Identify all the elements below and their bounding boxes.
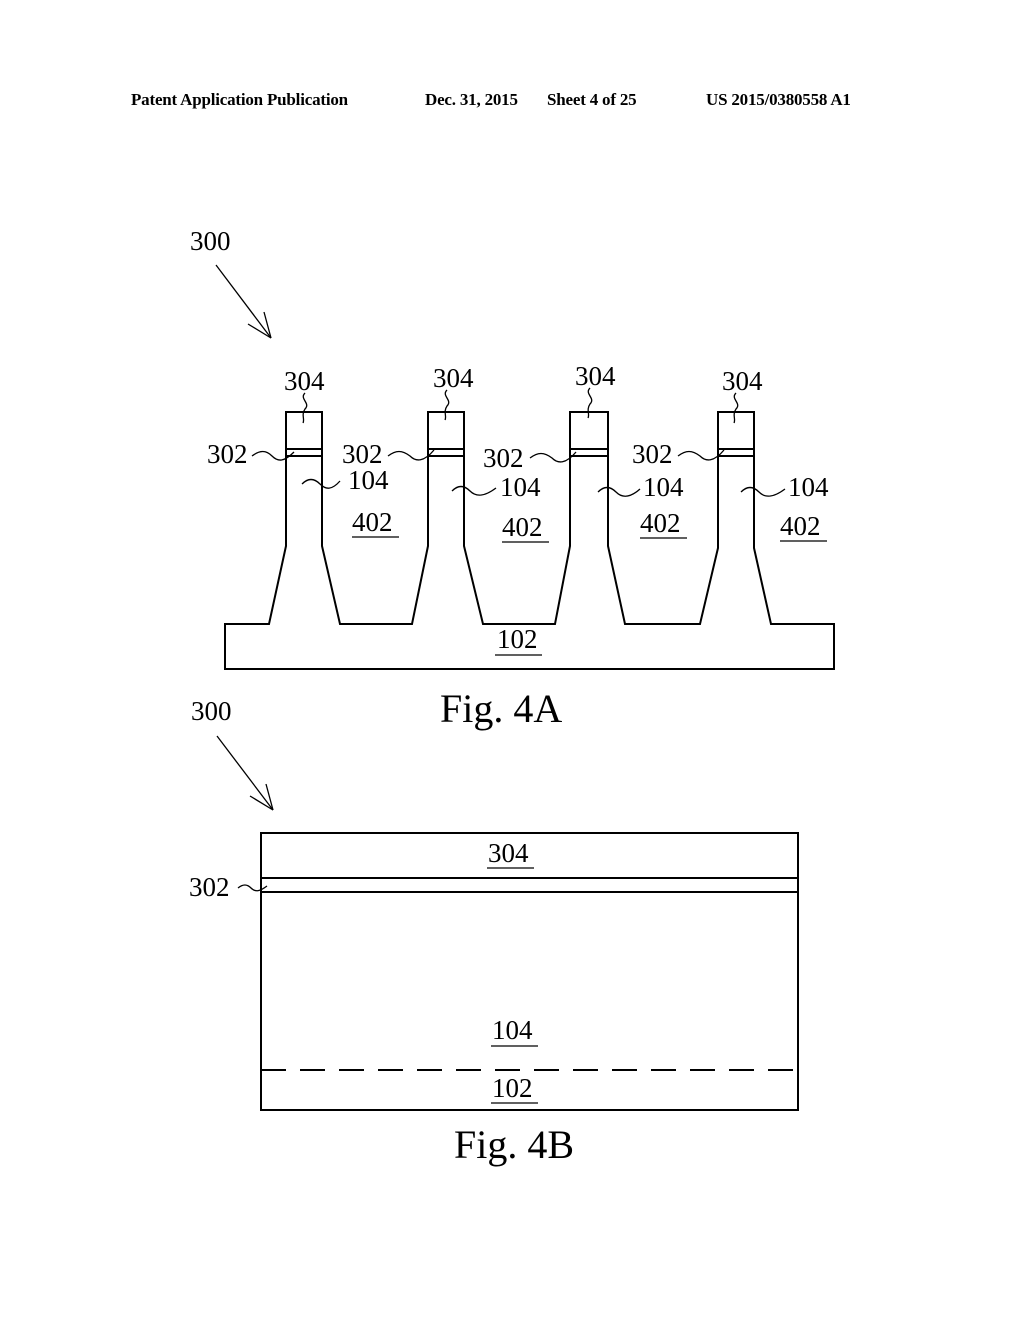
isolation-ref-label: 402	[780, 511, 821, 541]
device-arrow	[215, 264, 272, 339]
fin-ref-label: 104	[500, 472, 541, 502]
figure-caption: Fig. 4A	[440, 686, 562, 731]
substrate-ref-label: 102	[497, 624, 538, 654]
cap-ref-label: 304	[575, 361, 616, 391]
interlayer-ref-label: 302	[483, 443, 524, 473]
cap-ref-label: 304	[488, 838, 529, 868]
fin-ref-label: 104	[492, 1015, 533, 1045]
interlayer-ref-label: 302	[632, 439, 673, 469]
cap-ref-label: 304	[284, 366, 325, 396]
isolation-ref-label: 402	[640, 508, 681, 538]
fin-ref-label: 104	[788, 472, 829, 502]
cap-ref-label: 304	[433, 363, 474, 393]
stack-outline	[260, 832, 799, 1111]
cap-ref-label: 304	[722, 366, 763, 396]
substrate-ref-label: 102	[492, 1073, 533, 1103]
isolation-ref-label: 402	[352, 507, 393, 537]
fin-ref-label: 104	[643, 472, 684, 502]
figure-4a: 300 304 302 104 402 304 302 104 402 304 …	[190, 226, 835, 731]
figure-4b: 300 304 302 104 102 Fig. 4B	[189, 696, 799, 1167]
isolation-ref-label: 402	[502, 512, 543, 542]
interlayer-ref-label: 302	[207, 439, 248, 469]
interlayer-ref-label: 302	[342, 439, 383, 469]
fin-ref-label: 104	[348, 465, 389, 495]
figure-caption: Fig. 4B	[454, 1122, 574, 1167]
device-ref-label: 300	[191, 696, 232, 726]
interlayer-ref-label: 302	[189, 872, 230, 902]
device-arrow	[216, 735, 274, 811]
patent-drawing: 300 304 302 104 402 304 302 104 402 304 …	[189, 226, 835, 1167]
device-ref-label: 300	[190, 226, 231, 256]
